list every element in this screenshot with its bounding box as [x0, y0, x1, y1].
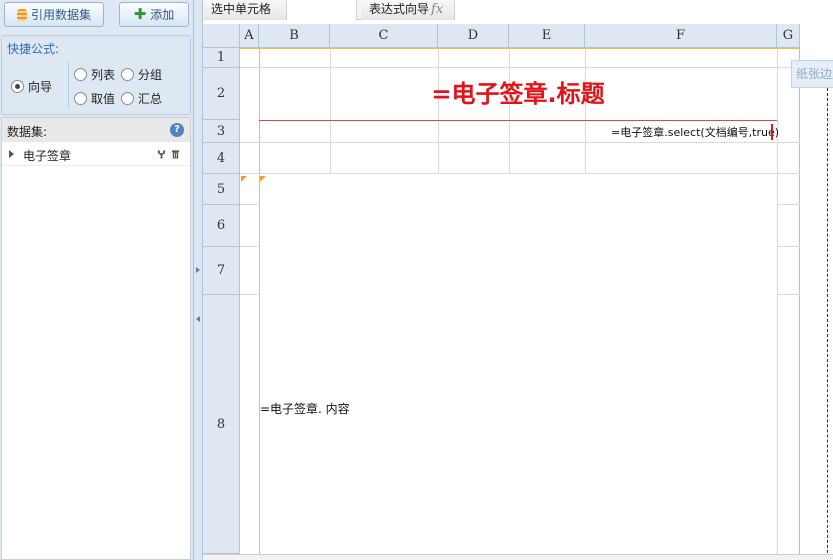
row-header-7[interactable]: 7: [203, 247, 240, 295]
column-header-f[interactable]: F: [585, 24, 777, 48]
gridline: [240, 142, 800, 143]
left-panel: 引用数据集 ✚ 添加 快捷公式: 向导 列表 分组 取值 汇总 数据集: ? 电…: [0, 0, 194, 560]
fx-icon: fx: [431, 2, 444, 17]
expression-wizard-label: 表达式向导: [369, 2, 430, 16]
radio-wizard-label: 向导: [28, 80, 53, 94]
dataset-title: 数据集:: [7, 125, 48, 139]
panel-splitter[interactable]: [194, 0, 203, 560]
gridline: [240, 294, 260, 295]
margin-line-right: [799, 48, 800, 554]
row-header-6[interactable]: 6: [203, 205, 240, 247]
database-icon: [16, 8, 27, 21]
column-header-d[interactable]: D: [438, 24, 509, 48]
radio-dot: [121, 92, 134, 105]
radio-summary-label: 汇总: [138, 92, 163, 106]
wrench-icon[interactable]: [157, 149, 166, 159]
merged-cell-marker: [241, 176, 247, 182]
expand-arrow-icon[interactable]: [9, 150, 14, 158]
formula-bar: 选中单元格 表达式向导 fx: [203, 0, 833, 20]
selected-cell-input[interactable]: [287, 0, 357, 20]
column-header-e[interactable]: E: [509, 24, 585, 48]
gridline: [777, 294, 800, 295]
help-icon[interactable]: ?: [170, 123, 184, 137]
radio-dot: [121, 68, 134, 81]
radio-value[interactable]: 取值: [74, 90, 115, 107]
spreadsheet[interactable]: A B C D E F G 1 2 3 4 5 6 7 8 =电子签章.标题 =…: [203, 20, 833, 560]
content-formula-cell[interactable]: =电子签章. 内容: [260, 400, 350, 417]
margin-line-left: [259, 48, 260, 554]
gridline: [240, 246, 260, 247]
reference-dataset-label: 引用数据集: [30, 8, 91, 22]
sheet-corner[interactable]: [203, 24, 240, 48]
quick-formula-panel: 快捷公式: 向导 列表 分组 取值 汇总: [1, 35, 191, 115]
dataset-header: 数据集: ?: [2, 118, 190, 142]
gridline: [777, 246, 800, 247]
dataset-item[interactable]: 电子签章: [2, 142, 190, 166]
expand-right-icon[interactable]: [196, 267, 200, 273]
radio-summary[interactable]: 汇总: [121, 90, 162, 107]
radio-value-label: 取值: [91, 92, 116, 106]
plus-icon: ✚: [133, 5, 147, 23]
select-formula-cell[interactable]: =电子签章.select(文档编号,true): [611, 124, 779, 140]
gridline: [240, 204, 260, 205]
radio-group[interactable]: 分组: [121, 66, 162, 83]
column-header-c[interactable]: C: [330, 24, 438, 48]
gridline: [240, 173, 800, 174]
radio-list-label: 列表: [91, 68, 116, 82]
selected-cell-label: 选中单元格: [203, 0, 287, 20]
expression-input[interactable]: [455, 0, 833, 20]
trash-icon[interactable]: [171, 149, 180, 159]
column-header-b[interactable]: B: [259, 24, 330, 48]
sheet-bottom-bar: [203, 554, 833, 560]
paper-margin-tab[interactable]: 纸张边距: [791, 60, 833, 88]
row-header-1[interactable]: 1: [203, 48, 240, 68]
radio-list[interactable]: 列表: [74, 66, 115, 83]
radio-dot: [74, 92, 87, 105]
gridline: [777, 204, 800, 205]
text-cursor: [771, 124, 773, 140]
radio-group-label: 分组: [138, 68, 163, 82]
page-boundary-line: [827, 88, 828, 560]
quick-formula-title: 快捷公式:: [7, 42, 60, 56]
title-underline: [259, 120, 777, 121]
reference-dataset-button[interactable]: 引用数据集: [4, 2, 104, 27]
add-button[interactable]: ✚ 添加: [119, 2, 189, 27]
row-header-2[interactable]: 2: [203, 68, 240, 120]
collapse-left-icon[interactable]: [196, 316, 200, 322]
margin-line-top: [240, 48, 800, 49]
row-header-4[interactable]: 4: [203, 143, 240, 174]
quick-formula-divider: [68, 61, 69, 109]
column-header-a[interactable]: A: [240, 24, 259, 48]
radio-wizard[interactable]: 向导: [11, 78, 52, 95]
add-label: 添加: [150, 8, 175, 22]
expression-wizard-button[interactable]: 表达式向导 fx: [361, 0, 455, 20]
title-formula-cell[interactable]: =电子签章.标题: [259, 68, 777, 120]
dataset-panel: 数据集: ? 电子签章: [1, 117, 191, 560]
dataset-item-label: 电子签章: [23, 149, 72, 163]
column-header-g[interactable]: G: [777, 24, 800, 48]
radio-dot-checked: [11, 80, 24, 93]
row-header-8[interactable]: 8: [203, 295, 240, 554]
row-header-3[interactable]: 3: [203, 120, 240, 143]
radio-dot: [74, 68, 87, 81]
row-header-5[interactable]: 5: [203, 174, 240, 205]
merged-cell-marker: [260, 176, 266, 182]
